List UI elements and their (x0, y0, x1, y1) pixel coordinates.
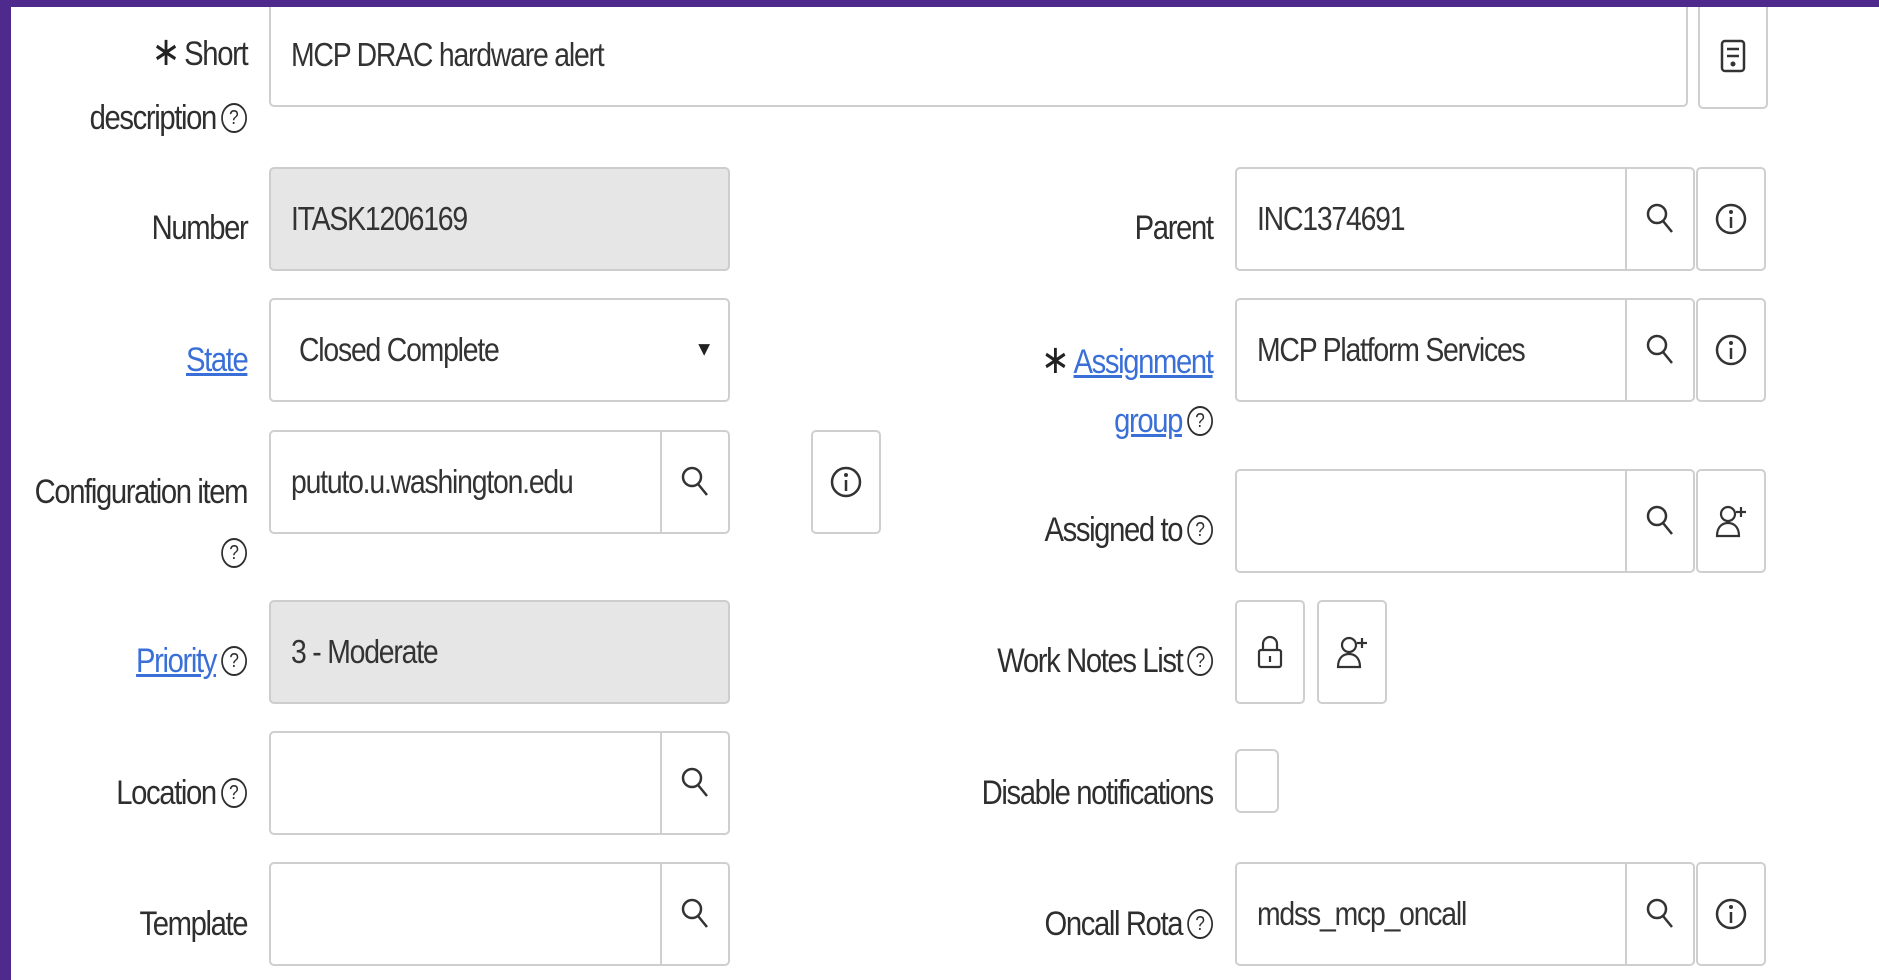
work-notes-list-lock-button[interactable] (1235, 600, 1305, 704)
oncall-rota-value: mdss_mcp_oncall (1257, 895, 1467, 932)
search-icon (1646, 898, 1673, 928)
assignment-group-label-link[interactable]: Assignment (1074, 343, 1214, 381)
short-description-label-2: description (89, 99, 218, 137)
location-input[interactable] (269, 731, 730, 835)
search-icon (1646, 203, 1673, 233)
task-form: ∗ Short description? MCP DRAC hardware al… (11, 7, 1879, 980)
parent-info-button[interactable] (1696, 167, 1766, 271)
parent-search-button[interactable] (1625, 169, 1693, 269)
search-icon (1646, 505, 1673, 535)
location-label-row: Location? (116, 774, 247, 812)
assignment-group-label-link-2[interactable]: group (1114, 402, 1183, 440)
assigned-to-search-button[interactable] (1625, 471, 1693, 571)
state-value: Closed Complete (299, 331, 500, 368)
template-search-button[interactable] (660, 864, 728, 964)
short-description-label: Short (183, 35, 248, 73)
help-icon[interactable]: ? (221, 778, 247, 809)
template-label: Template (139, 905, 248, 943)
assignment-group-label-row2: group? (1114, 402, 1213, 440)
help-icon[interactable]: ? (1187, 515, 1213, 546)
assigned-to-input[interactable] (1235, 469, 1695, 573)
template-input[interactable] (269, 862, 730, 966)
work-notes-list-label: Work Notes List (996, 642, 1184, 680)
configuration-item-help-row: ? (216, 534, 247, 572)
short-description-label-row2: description? (90, 99, 247, 137)
number-label: Number (151, 209, 248, 247)
assignment-group-label-row1: ∗ Assignment (1041, 338, 1214, 382)
required-icon: ∗ (1041, 338, 1070, 382)
disable-notifications-label: Disable notifications (981, 774, 1215, 812)
oncall-rota-info-button[interactable] (1696, 862, 1766, 966)
parent-label: Parent (1135, 209, 1214, 247)
search-icon (681, 898, 708, 928)
chevron-down-icon: ▼ (694, 338, 714, 361)
parent-input[interactable]: INC1374691 (1235, 167, 1695, 271)
priority-label-row: Priority? (136, 642, 247, 680)
assignment-group-input[interactable]: MCP Platform Services (1235, 298, 1695, 402)
state-label-link[interactable]: State (186, 341, 249, 379)
assignment-group-search-button[interactable] (1625, 300, 1693, 400)
help-icon[interactable]: ? (1187, 406, 1213, 437)
configuration-item-info-button[interactable] (811, 430, 881, 534)
priority-label-link[interactable]: Priority (136, 642, 217, 680)
number-value: ITASK1206169 (291, 200, 468, 237)
assignment-group-value: MCP Platform Services (1257, 331, 1526, 368)
assignment-group-info-button[interactable] (1696, 298, 1766, 402)
template-button[interactable] (1698, 7, 1768, 109)
add-user-icon (1336, 636, 1367, 669)
oncall-rota-search-button[interactable] (1625, 864, 1693, 964)
help-icon[interactable]: ? (221, 538, 247, 569)
priority-field: 3 - Moderate (269, 600, 730, 704)
short-description-input[interactable]: MCP DRAC hardware alert (269, 7, 1688, 107)
state-select[interactable]: Closed Complete ▼ (269, 298, 730, 402)
work-notes-list-add-me-button[interactable] (1317, 600, 1387, 704)
oncall-rota-label-row: Oncall Rota? (1044, 905, 1213, 943)
configuration-item-value: pututo.u.washington.edu (291, 463, 574, 500)
help-icon[interactable]: ? (221, 646, 247, 677)
location-label: Location (116, 774, 217, 812)
oncall-rota-input[interactable]: mdss_mcp_oncall (1235, 862, 1695, 966)
configuration-item-label: Configuration item (34, 473, 248, 511)
required-icon: ∗ (151, 30, 180, 74)
info-icon (1715, 898, 1747, 930)
info-icon (1715, 203, 1747, 235)
template-icon (1720, 39, 1746, 73)
assign-to-me-button[interactable] (1696, 469, 1766, 573)
short-description-label-row1: ∗ Short (151, 30, 248, 74)
info-icon (830, 466, 862, 498)
lock-icon (1257, 635, 1283, 669)
configuration-item-search-button[interactable] (660, 432, 728, 532)
help-icon[interactable]: ? (1187, 909, 1213, 940)
info-icon (1715, 334, 1747, 366)
oncall-rota-label: Oncall Rota (1044, 905, 1183, 943)
help-icon[interactable]: ? (221, 103, 247, 134)
disable-notifications-checkbox[interactable] (1235, 749, 1279, 813)
assigned-to-label-row: Assigned to? (1044, 511, 1213, 549)
add-user-icon (1715, 505, 1746, 538)
assigned-to-label: Assigned to (1044, 511, 1183, 549)
search-icon (681, 767, 708, 797)
search-icon (1646, 334, 1673, 364)
work-notes-list-label-row: Work Notes List? (997, 642, 1213, 680)
parent-value: INC1374691 (1257, 200, 1406, 237)
search-icon (681, 466, 708, 496)
short-description-value: MCP DRAC hardware alert (291, 36, 605, 73)
configuration-item-input[interactable]: pututo.u.washington.edu (269, 430, 730, 534)
location-search-button[interactable] (660, 733, 728, 833)
priority-value: 3 - Moderate (291, 633, 439, 670)
number-field: ITASK1206169 (269, 167, 730, 271)
help-icon[interactable]: ? (1187, 646, 1213, 677)
